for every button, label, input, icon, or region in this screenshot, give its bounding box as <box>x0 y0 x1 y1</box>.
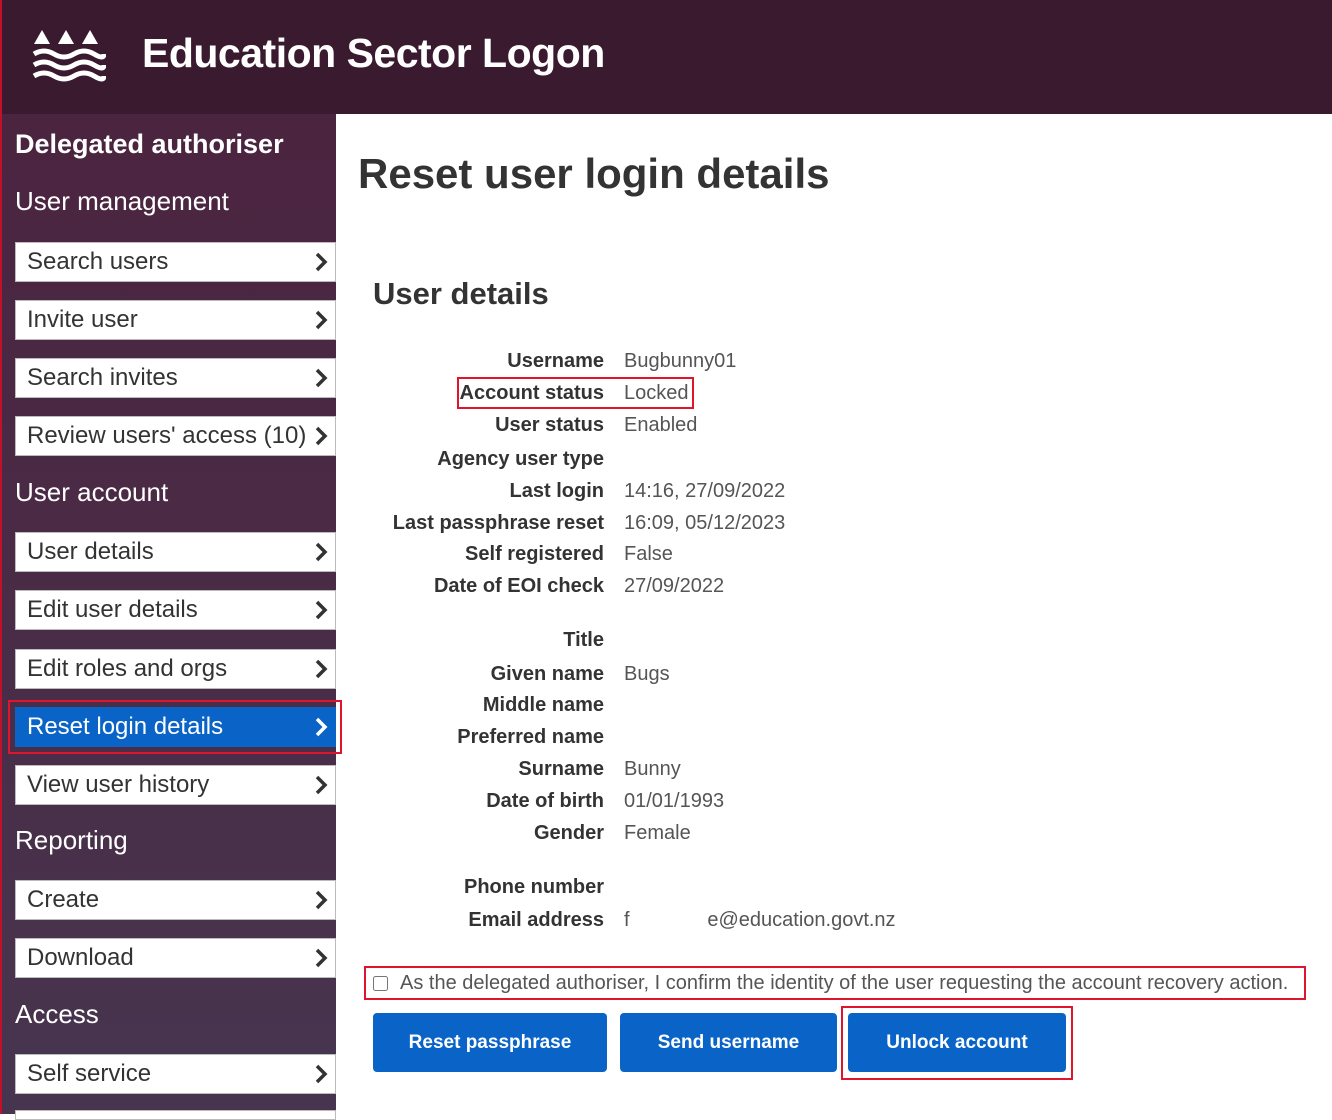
sidebar-item-label: Review users' access (10) <box>27 422 307 449</box>
detail-value: 27/09/2022 <box>624 575 725 597</box>
waves-mountains-logo-icon <box>32 30 106 82</box>
chevron-right-icon <box>315 890 328 910</box>
detail-row-last-login: Last login 14:16, 27/09/2022 <box>380 480 1000 508</box>
detail-label: Phone number <box>463 876 604 898</box>
detail-label: Last passphrase reset <box>392 512 604 534</box>
detail-row-self-registered: Self registered False <box>380 543 1000 571</box>
detail-row-preferred-name: Preferred name <box>380 726 1000 754</box>
chevron-right-icon <box>315 426 328 446</box>
chevron-right-icon <box>315 310 328 330</box>
detail-value: Bugbunny01 <box>624 350 737 372</box>
sidebar-item-invite-user[interactable]: Invite user <box>15 300 336 340</box>
sidebar-item-edit-user-details[interactable]: Edit user details <box>15 590 336 630</box>
chevron-right-icon <box>315 368 328 388</box>
detail-value: Bunny <box>624 758 681 780</box>
chevron-right-icon <box>315 948 328 968</box>
sidebar-item-label: Download <box>27 944 134 971</box>
detail-value: Bugs <box>624 663 670 685</box>
detail-label: Username <box>507 350 604 372</box>
app-header: Education Sector Logon <box>0 0 1332 114</box>
sidebar-item-user-details[interactable]: User details <box>15 532 336 572</box>
highlight-box <box>841 1006 1073 1080</box>
detail-value: 14:16, 27/09/2022 <box>624 480 786 502</box>
detail-row-last-passphrase-reset: Last passphrase reset 16:09, 05/12/2023 <box>380 512 1000 540</box>
detail-value: 01/01/1993 <box>624 790 725 812</box>
detail-label: Title <box>563 629 604 651</box>
detail-row-date-of-birth: Date of birth 01/01/1993 <box>380 790 1000 818</box>
send-username-button[interactable]: Send username <box>620 1013 837 1072</box>
detail-row-user-status: User status Enabled <box>380 414 1000 442</box>
detail-label: User status <box>495 414 604 436</box>
reset-passphrase-button[interactable]: Reset passphrase <box>373 1013 607 1072</box>
detail-row-agency-user-type: Agency user type <box>380 448 1000 476</box>
sidebar-item-edit-roles[interactable]: Edit roles and orgs <box>15 649 336 689</box>
sidebar-item-label: Self service <box>27 1060 152 1087</box>
sidebar-item-search-invites[interactable]: Search invites <box>15 358 336 398</box>
sidebar-item-label: View user history <box>27 771 210 798</box>
sidebar-item-search-users[interactable]: Search users <box>15 242 336 282</box>
sidebar-item-label: Edit roles and orgs <box>27 655 228 682</box>
sidebar-item-view-user-history[interactable]: View user history <box>15 765 336 805</box>
chevron-right-icon <box>315 600 328 620</box>
detail-row-middle-name: Middle name <box>380 694 1000 722</box>
detail-label: Gender <box>533 822 604 844</box>
sidebar-item-self-service[interactable]: Self service <box>15 1054 336 1094</box>
sidebar-item-create[interactable]: Create <box>15 880 336 920</box>
detail-row-email-address: Email address f e@education.govt.nz <box>380 909 1000 937</box>
sidebar-item-label: Invite user <box>27 306 138 333</box>
sidebar-item-partial[interactable] <box>15 1110 336 1120</box>
chevron-right-icon <box>315 1064 328 1084</box>
detail-value: False <box>624 543 673 565</box>
detail-row-eoi-check: Date of EOI check 27/09/2022 <box>380 575 1000 603</box>
sidebar-heading: Delegated authoriser <box>15 129 284 159</box>
sidebar-item-label: Search users <box>27 248 169 275</box>
highlight-box <box>457 377 694 409</box>
sidebar: Delegated authoriser User management Sea… <box>0 114 342 1120</box>
detail-label: Agency user type <box>437 448 604 470</box>
sidebar-section-user-account: User account <box>15 477 169 507</box>
detail-row-gender: Gender Female <box>380 822 1000 850</box>
sidebar-item-label: Edit user details <box>27 596 198 623</box>
detail-label: Middle name <box>482 694 604 716</box>
sidebar-item-label: Search invites <box>27 364 178 391</box>
detail-row-phone-number: Phone number <box>380 876 1000 904</box>
section-title-user-details: User details <box>373 276 549 311</box>
detail-row-title: Title <box>380 629 1000 657</box>
detail-label: Email address <box>468 909 604 931</box>
detail-value: f e@education.govt.nz <box>624 909 896 931</box>
detail-label: Preferred name <box>457 726 604 748</box>
highlight-box <box>364 966 1306 1000</box>
detail-value: 16:09, 05/12/2023 <box>624 512 786 534</box>
sidebar-item-label: Create <box>27 886 100 913</box>
detail-row-surname: Surname Bunny <box>380 758 1000 786</box>
detail-label: Date of EOI check <box>433 575 604 597</box>
highlight-box <box>8 700 342 754</box>
sidebar-section-access: Access <box>15 999 99 1029</box>
sidebar-item-label: User details <box>27 538 154 565</box>
chevron-right-icon <box>315 659 328 679</box>
sidebar-item-review-access[interactable]: Review users' access (10) <box>15 416 336 456</box>
detail-label: Last login <box>509 480 604 502</box>
detail-value: Enabled <box>624 414 698 436</box>
detail-row-username: Username Bugbunny01 <box>380 350 1000 378</box>
detail-label: Date of birth <box>486 790 604 812</box>
sidebar-item-download[interactable]: Download <box>15 938 336 978</box>
chevron-right-icon <box>315 252 328 272</box>
detail-label: Surname <box>518 758 604 780</box>
detail-label: Self registered <box>465 543 604 565</box>
app-title: Education Sector Logon <box>142 30 605 76</box>
detail-value: Female <box>624 822 691 844</box>
sidebar-section-user-management: User management <box>15 186 229 216</box>
chevron-right-icon <box>315 542 328 562</box>
detail-label: Given name <box>490 663 604 685</box>
sidebar-section-reporting: Reporting <box>15 825 128 855</box>
page-title: Reset user login details <box>358 150 830 197</box>
chevron-right-icon <box>315 775 328 795</box>
detail-row-given-name: Given name Bugs <box>380 663 1000 691</box>
